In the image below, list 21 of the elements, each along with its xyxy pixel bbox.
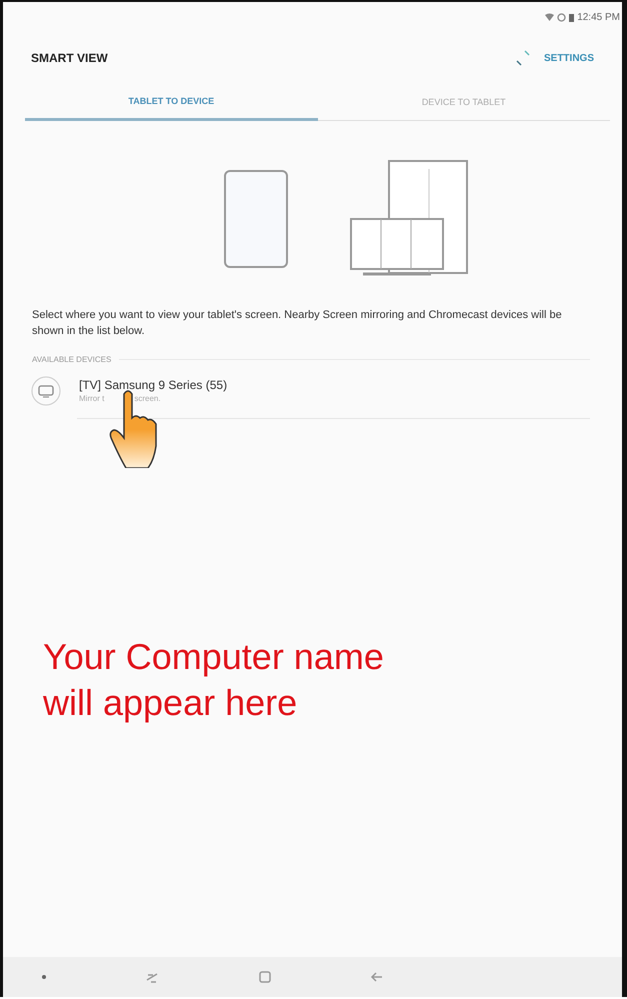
device-subtitle: screen. [134,394,161,403]
dot-icon[interactable] [41,974,47,980]
device-name: [TV] Samsung 9 Series (55) [79,378,228,392]
annotation-text: Your Computer name [43,635,385,679]
annotation-text: will appear here [43,681,298,725]
loading-spinner-icon [514,49,532,67]
home-icon[interactable] [258,970,272,984]
tab[interactable]: TABLET TO DEVICE [25,90,318,121]
wifi-icon [545,13,554,21]
settings-button[interactable]: SETTINGS [544,52,594,64]
battery-icon [569,12,574,22]
tab[interactable]: DEVICE TO TABLET [318,90,610,121]
alarm-icon [557,12,566,22]
device-subtitle: Mirror t [79,394,104,403]
section-heading: AVAILABLE DEVICES [32,355,112,364]
status-time: 12:45 PM [577,12,620,22]
tv-icon [31,376,61,406]
screen-title: SMART VIEW [31,51,109,65]
description-text: Select where you want to view your tablet's screen. Nearby Screen mirroring and Chromecast devices will be shown in the list below. [32,308,563,339]
back-icon[interactable] [370,970,384,984]
device-list-item[interactable]: [TV] Samsung 9 Series (55) Mirror t screen. [31,376,622,406]
